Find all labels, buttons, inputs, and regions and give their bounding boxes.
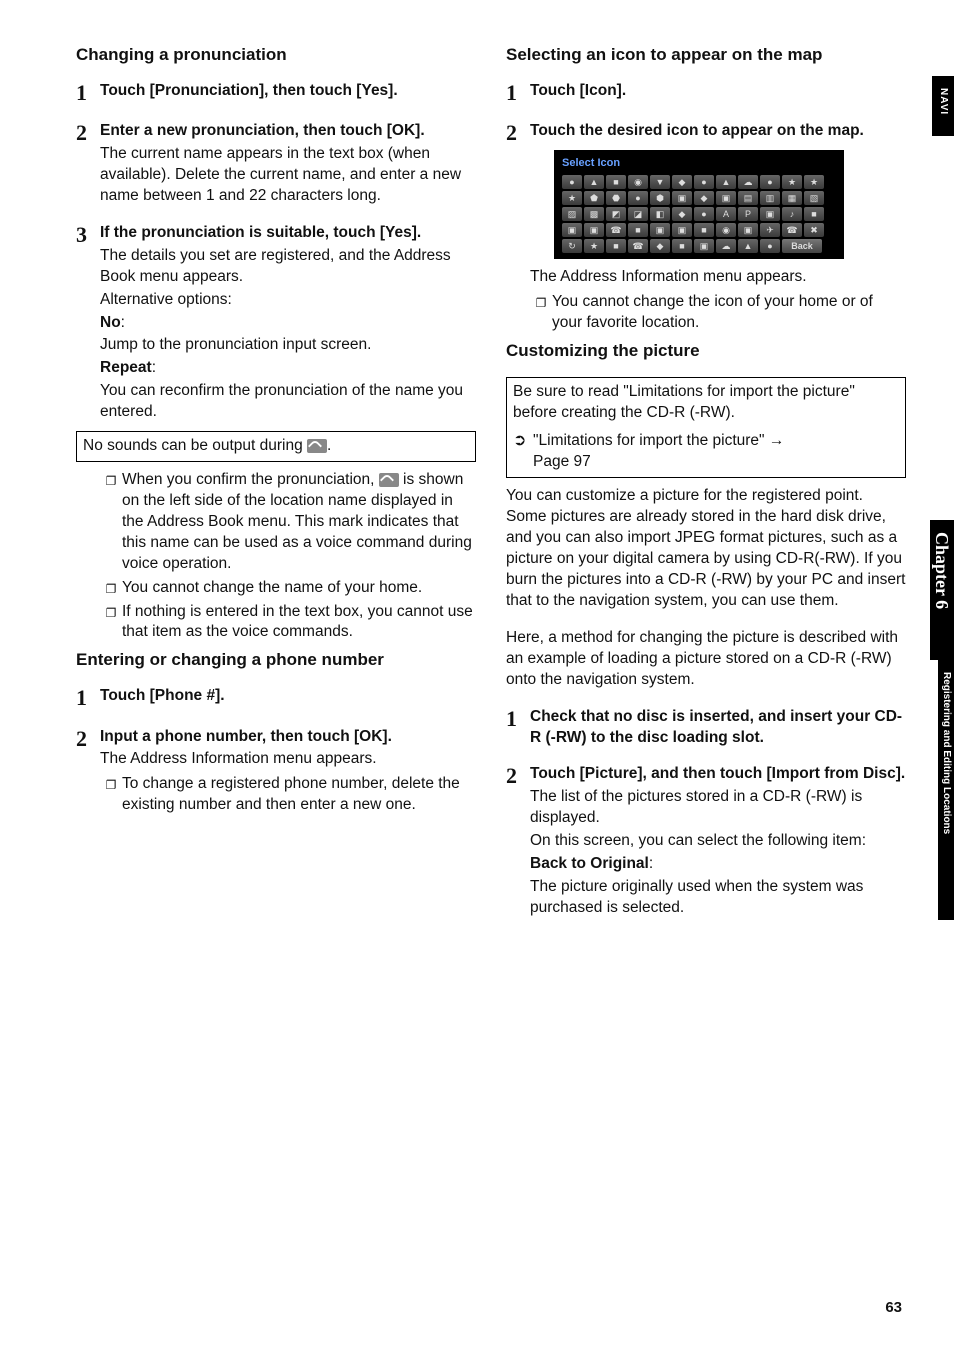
phone-step-2-text: The Address Information menu appears. — [100, 749, 476, 770]
heading-phone: Entering or changing a phone number — [76, 649, 476, 672]
note-box-nosound: No sounds can be output during . — [76, 431, 476, 462]
screenshot-back-button: Back — [782, 239, 822, 253]
phone-step-1-head: Touch [Phone #]. — [100, 686, 476, 707]
bullet-icon: ❐ — [100, 602, 122, 644]
phone-step-2-num: 2 — [76, 727, 100, 817]
heading-custom-picture: Customizing the picture — [506, 340, 906, 363]
reference-text: "Limitations for import the picture" → P… — [533, 431, 899, 473]
note-box-custom: Be sure to read "Limitations for import … — [506, 377, 906, 479]
opt-repeat-text: You can reconfirm the pronunciation of t… — [100, 381, 476, 423]
back-to-original-colon: : — [649, 855, 653, 872]
heading-changing-pronunciation: Changing a pronunciation — [76, 44, 476, 67]
icon-step-2-head: Touch the desired icon to appear on the … — [530, 121, 906, 142]
side-tab-chapter: Chapter 6 — [930, 520, 954, 660]
note-custom-text: Be sure to read "Limitations for import … — [513, 382, 899, 424]
page-number: 63 — [885, 1298, 902, 1318]
bullet-icon: ❐ — [530, 292, 552, 334]
phone-step-1-num: 1 — [76, 686, 100, 710]
icon-after-text: The Address Information menu appears. — [530, 267, 906, 288]
screenshot-title: Select Icon — [560, 156, 838, 175]
select-icon-screenshot: Select Icon ●▲■◉▼◆●▲☁●★★ ★⬟⬣●⬢▣◆▣▤▥▦▧ ▨▩… — [554, 150, 844, 259]
bullet-3: If nothing is entered in the text box, y… — [122, 602, 476, 644]
icon-bullet-1: You cannot change the icon of your home … — [552, 292, 906, 334]
heading-icon: Selecting an icon to appear on the map — [506, 44, 906, 67]
icon-step-1-head: Touch [Icon]. — [530, 81, 906, 102]
screenshot-icon-grid: ●▲■◉▼◆●▲☁●★★ ★⬟⬣●⬢▣◆▣▤▥▦▧ ▨▩◩◪◧◆●AP▣♪■ ▣… — [560, 175, 838, 253]
phone-step-2-bullet: To change a registered phone number, del… — [122, 774, 476, 816]
step-3-head: If the pronunciation is suitable, touch … — [100, 223, 476, 244]
bullet-1: When you confirm the pronunciation, is s… — [122, 470, 476, 575]
custom-step-2-text1: The list of the pictures stored in a CD-… — [530, 787, 906, 829]
side-tab-section: Registering and Editing Locations — [938, 660, 954, 920]
opt-no-colon: : — [121, 314, 125, 331]
bullet-2: You cannot change the name of your home. — [122, 578, 476, 599]
custom-step-1-num: 1 — [506, 707, 530, 749]
step-2-head: Enter a new pronunciation, then touch [O… — [100, 121, 476, 142]
custom-paragraph-2: Here, a method for changing the picture … — [506, 628, 906, 691]
icon-step-1-num: 1 — [506, 81, 530, 105]
step-number-3: 3 — [76, 223, 100, 423]
custom-step-2-text2: On this screen, you can select the follo… — [530, 831, 906, 852]
custom-step-2-head: Touch [Picture], and then touch [Import … — [530, 764, 906, 785]
step-number-1: 1 — [76, 81, 100, 105]
step-3-alt: Alternative options: — [100, 290, 476, 311]
opt-no-label: No — [100, 314, 121, 331]
back-to-original-label: Back to Original — [530, 855, 649, 872]
custom-step-2-num: 2 — [506, 764, 530, 918]
step-2-text: The current name appears in the text box… — [100, 144, 476, 207]
reference-icon: ➲ — [513, 431, 533, 473]
bullet-icon: ❐ — [100, 578, 122, 599]
step-1-head: Touch [Pronunciation], then touch [Yes]. — [100, 81, 476, 102]
note-nosound-pre: No sounds can be output during — [83, 437, 307, 454]
voice-icon — [307, 439, 327, 453]
side-tab-navi: NAVI — [932, 76, 954, 136]
bullet-icon: ❐ — [100, 470, 122, 575]
custom-step-1-head: Check that no disc is inserted, and inse… — [530, 707, 906, 749]
custom-paragraph-1: You can customize a picture for the regi… — [506, 486, 906, 612]
bullet-icon: ❐ — [100, 774, 122, 816]
phone-step-2-head: Input a phone number, then touch [OK]. — [100, 727, 476, 748]
back-to-original-text: The picture originally used when the sys… — [530, 877, 906, 919]
step-number-2: 2 — [76, 121, 100, 207]
step-3-text: The details you set are registered, and … — [100, 246, 476, 288]
voice-icon — [379, 473, 399, 487]
opt-repeat-label: Repeat — [100, 359, 152, 376]
icon-step-2-num: 2 — [506, 121, 530, 334]
opt-no-text: Jump to the pronunciation input screen. — [100, 335, 476, 356]
note-nosound-post: . — [327, 437, 331, 454]
opt-repeat-colon: : — [152, 359, 156, 376]
